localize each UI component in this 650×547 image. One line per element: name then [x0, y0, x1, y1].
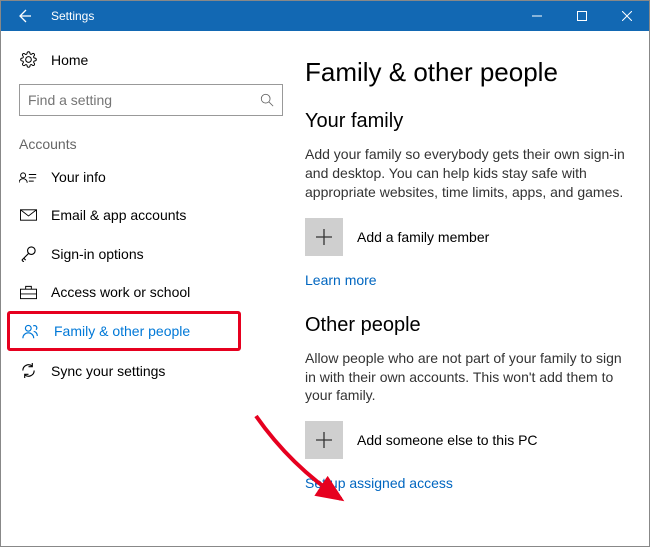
sidebar-item-family[interactable]: Family & other people — [10, 314, 238, 348]
assigned-access-link[interactable]: Set up assigned access — [305, 475, 629, 491]
annotation-highlight: Family & other people — [7, 311, 241, 351]
search-container — [1, 76, 301, 128]
add-family-member-button[interactable]: Add a family member — [305, 218, 629, 256]
search-icon — [260, 93, 274, 107]
search-box[interactable] — [19, 84, 283, 116]
sidebar-item-your-info[interactable]: Your info — [1, 158, 301, 196]
window-controls — [514, 1, 649, 31]
sidebar-item-label: Email & app accounts — [51, 207, 186, 223]
sidebar-item-label: Family & other people — [54, 323, 190, 339]
window-title: Settings — [51, 9, 514, 23]
home-link[interactable]: Home — [1, 43, 301, 76]
sidebar-item-label: Access work or school — [51, 284, 190, 300]
sidebar-item-work[interactable]: Access work or school — [1, 273, 301, 311]
other-section-title: Other people — [305, 314, 629, 337]
search-input[interactable] — [28, 92, 260, 108]
sidebar-item-label: Sign-in options — [51, 246, 144, 262]
sidebar-item-signin[interactable]: Sign-in options — [1, 234, 301, 273]
sync-icon — [19, 362, 37, 379]
mail-icon — [19, 209, 37, 221]
add-someone-label: Add someone else to this PC — [357, 432, 538, 448]
main-panel: Family & other people Your family Add yo… — [301, 31, 649, 546]
close-button[interactable] — [604, 1, 649, 31]
arrow-left-icon — [16, 8, 32, 24]
family-section-title: Your family — [305, 110, 629, 133]
minimize-button[interactable] — [514, 1, 559, 31]
family-section-desc: Add your family so everybody gets their … — [305, 145, 629, 202]
minimize-icon — [532, 11, 542, 21]
home-label: Home — [51, 52, 88, 68]
person-card-icon — [19, 170, 37, 184]
briefcase-icon — [19, 285, 37, 300]
category-label: Accounts — [1, 128, 301, 158]
plus-icon — [305, 421, 343, 459]
maximize-button[interactable] — [559, 1, 604, 31]
maximize-icon — [577, 11, 587, 21]
gear-icon — [19, 51, 37, 68]
other-section-desc: Allow people who are not part of your fa… — [305, 349, 629, 406]
back-button[interactable] — [1, 1, 47, 31]
learn-more-link[interactable]: Learn more — [305, 272, 629, 288]
people-icon — [22, 323, 40, 339]
sidebar-item-email[interactable]: Email & app accounts — [1, 196, 301, 234]
sidebar: Home Accounts Your info Email & app acco… — [1, 31, 301, 546]
sidebar-item-sync[interactable]: Sync your settings — [1, 351, 301, 390]
key-icon — [19, 245, 37, 262]
sidebar-item-label: Sync your settings — [51, 363, 165, 379]
plus-icon — [305, 218, 343, 256]
page-title: Family & other people — [305, 57, 629, 88]
add-family-label: Add a family member — [357, 229, 489, 245]
add-someone-else-button[interactable]: Add someone else to this PC — [305, 421, 629, 459]
sidebar-item-label: Your info — [51, 169, 106, 185]
close-icon — [622, 11, 632, 21]
titlebar: Settings — [1, 1, 649, 31]
